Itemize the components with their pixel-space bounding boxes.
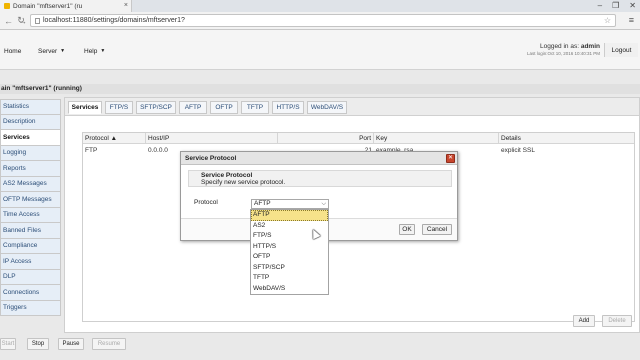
server-menu[interactable]: Server ▼ — [34, 44, 69, 58]
browser-tab[interactable]: Domain "mftserver1" (ru × — [0, 0, 132, 12]
window-close-button[interactable]: ✕ — [629, 1, 636, 10]
sidebar-item-time-access[interactable]: Time Access — [0, 207, 61, 223]
start-button[interactable]: Start — [0, 338, 16, 350]
maximize-button[interactable]: ❐ — [612, 1, 619, 10]
help-menu[interactable]: Help ▼ — [80, 44, 109, 58]
browser-menu-icon[interactable]: ≡ — [629, 15, 634, 25]
server-label: Server — [38, 47, 58, 55]
back-icon[interactable]: ← — [4, 16, 13, 26]
page-icon — [35, 17, 40, 24]
protocol-dropdown-list: AFTP AS2 FTP/S HTTP/S OFTP SFTP/SCP TFTP… — [250, 209, 329, 295]
option-sftp-scp[interactable]: SFTP/SCP — [251, 263, 328, 274]
service-tabs: Services FTP/S SFTP/SCP AFTP OFTP TFTP H… — [65, 98, 639, 116]
column-host-ip[interactable]: Host/IP — [146, 133, 278, 144]
chevron-down-icon: ⌵ — [321, 201, 326, 207]
chevron-down-icon: ▼ — [100, 48, 106, 54]
delete-button[interactable]: Delete — [602, 315, 632, 327]
table-header: Protocol ▲ Host/IP Port Key Details — [83, 133, 634, 144]
server-controls: Start Stop Pause Resume — [0, 336, 640, 360]
protocol-select[interactable]: AFTP ⌵ — [251, 199, 329, 209]
sidebar-item-ip-access[interactable]: IP Access — [0, 254, 61, 270]
browser-tab-title: Domain "mftserver1" (ru — [13, 2, 83, 10]
browser-toolbar: ← → ↻ localhost:11880/settings/domains/m… — [0, 12, 640, 30]
dialog-info-panel: Service Protocol Specify new service pro… — [188, 170, 452, 187]
address-bar[interactable]: ↻ localhost:11880/settings/domains/mftse… — [17, 14, 616, 27]
logged-in-label: Logged in as: — [539, 43, 580, 50]
option-oftp[interactable]: OFTP — [251, 252, 328, 263]
cell-details: explicit SSL — [501, 147, 535, 154]
dialog-title: Service Protocol — [181, 152, 457, 165]
tab-close-icon[interactable]: × — [124, 2, 128, 9]
sidebar-item-reports[interactable]: Reports — [0, 161, 61, 177]
option-aftp[interactable]: AFTP — [251, 210, 328, 221]
browser-tab-strip: Domain "mftserver1" (ru × – ❐ ✕ — [0, 0, 640, 12]
sidebar-item-connections[interactable]: Connections — [0, 285, 61, 301]
help-label: Help — [84, 47, 98, 55]
favicon-icon — [4, 3, 10, 9]
sidebar-item-banned-files[interactable]: Banned Files — [0, 223, 61, 239]
dialog-info-title: Service Protocol — [201, 172, 253, 179]
chevron-down-icon: ▼ — [60, 48, 66, 54]
sidebar-item-description[interactable]: Description — [0, 114, 61, 130]
last-login: Last login:Oct 10, 2016 10:40:31 PM — [526, 51, 600, 56]
tab-https[interactable]: HTTP/S — [272, 101, 304, 114]
protocol-label: Protocol — [194, 199, 218, 206]
logout-button[interactable]: Logout — [604, 43, 638, 57]
tab-ftps[interactable]: FTP/S — [105, 101, 133, 114]
option-tftp[interactable]: TFTP — [251, 273, 328, 284]
reload-icon[interactable]: ↻ — [17, 15, 25, 26]
option-https[interactable]: HTTP/S — [251, 242, 328, 253]
sidebar-item-dlp[interactable]: DLP — [0, 269, 61, 285]
sidebar: Statistics Description Services Logging … — [0, 99, 61, 316]
tab-webdavs[interactable]: WebDAV/S — [307, 101, 347, 114]
sidebar-item-logging[interactable]: Logging — [0, 145, 61, 161]
url-text[interactable]: localhost:11880/settings/domains/mftserv… — [43, 17, 185, 24]
column-details[interactable]: Details — [499, 133, 636, 144]
column-port[interactable]: Port — [278, 133, 374, 144]
home-button[interactable]: Home — [0, 44, 25, 58]
app-header: Home Server ▼ Help ▼ Logged in as: admin L… — [0, 30, 640, 70]
column-protocol[interactable]: Protocol ▲ — [83, 133, 146, 144]
pause-button[interactable]: Pause — [58, 338, 84, 350]
login-info: Logged in as: admin Last login:Oct 10, 2… — [527, 43, 600, 56]
stop-button[interactable]: Stop — [27, 338, 49, 350]
username: admin — [580, 43, 600, 50]
sidebar-item-as2-messages[interactable]: AS2 Messages — [0, 176, 61, 192]
ok-button[interactable]: OK — [399, 224, 415, 235]
cancel-button[interactable]: Cancel — [422, 224, 452, 235]
tab-aftp[interactable]: AFTP — [179, 101, 207, 114]
sidebar-item-oftp-messages[interactable]: OFTP Messages — [0, 192, 61, 208]
dialog-info-subtitle: Specify new service protocol. — [201, 179, 286, 186]
option-webdavs[interactable]: WebDAV/S — [251, 284, 328, 295]
tab-sftp-scp[interactable]: SFTP/SCP — [136, 101, 176, 114]
protocol-select-value: AFTP — [254, 200, 271, 207]
close-icon[interactable]: ✕ — [446, 154, 455, 163]
sidebar-item-statistics[interactable]: Statistics — [0, 99, 61, 115]
tab-oftp[interactable]: OFTP — [210, 101, 238, 114]
domain-title: ain "mftserver1" (running) — [0, 84, 640, 94]
tab-services[interactable]: Services — [68, 101, 102, 114]
sidebar-item-compliance[interactable]: Compliance — [0, 238, 61, 254]
tab-tftp[interactable]: TFTP — [241, 101, 269, 114]
sidebar-item-triggers[interactable]: Triggers — [0, 300, 61, 316]
minimize-button[interactable]: – — [598, 1, 602, 10]
home-label: Home — [4, 47, 22, 55]
window-controls: – ❐ ✕ — [598, 1, 636, 10]
sidebar-item-services[interactable]: Services — [0, 130, 61, 146]
resume-button[interactable]: Resume — [92, 338, 126, 350]
cell-protocol: FTP — [85, 147, 98, 154]
bookmark-star-icon[interactable]: ☆ — [604, 16, 611, 25]
column-key[interactable]: Key — [374, 133, 499, 144]
add-button[interactable]: Add — [573, 315, 595, 327]
